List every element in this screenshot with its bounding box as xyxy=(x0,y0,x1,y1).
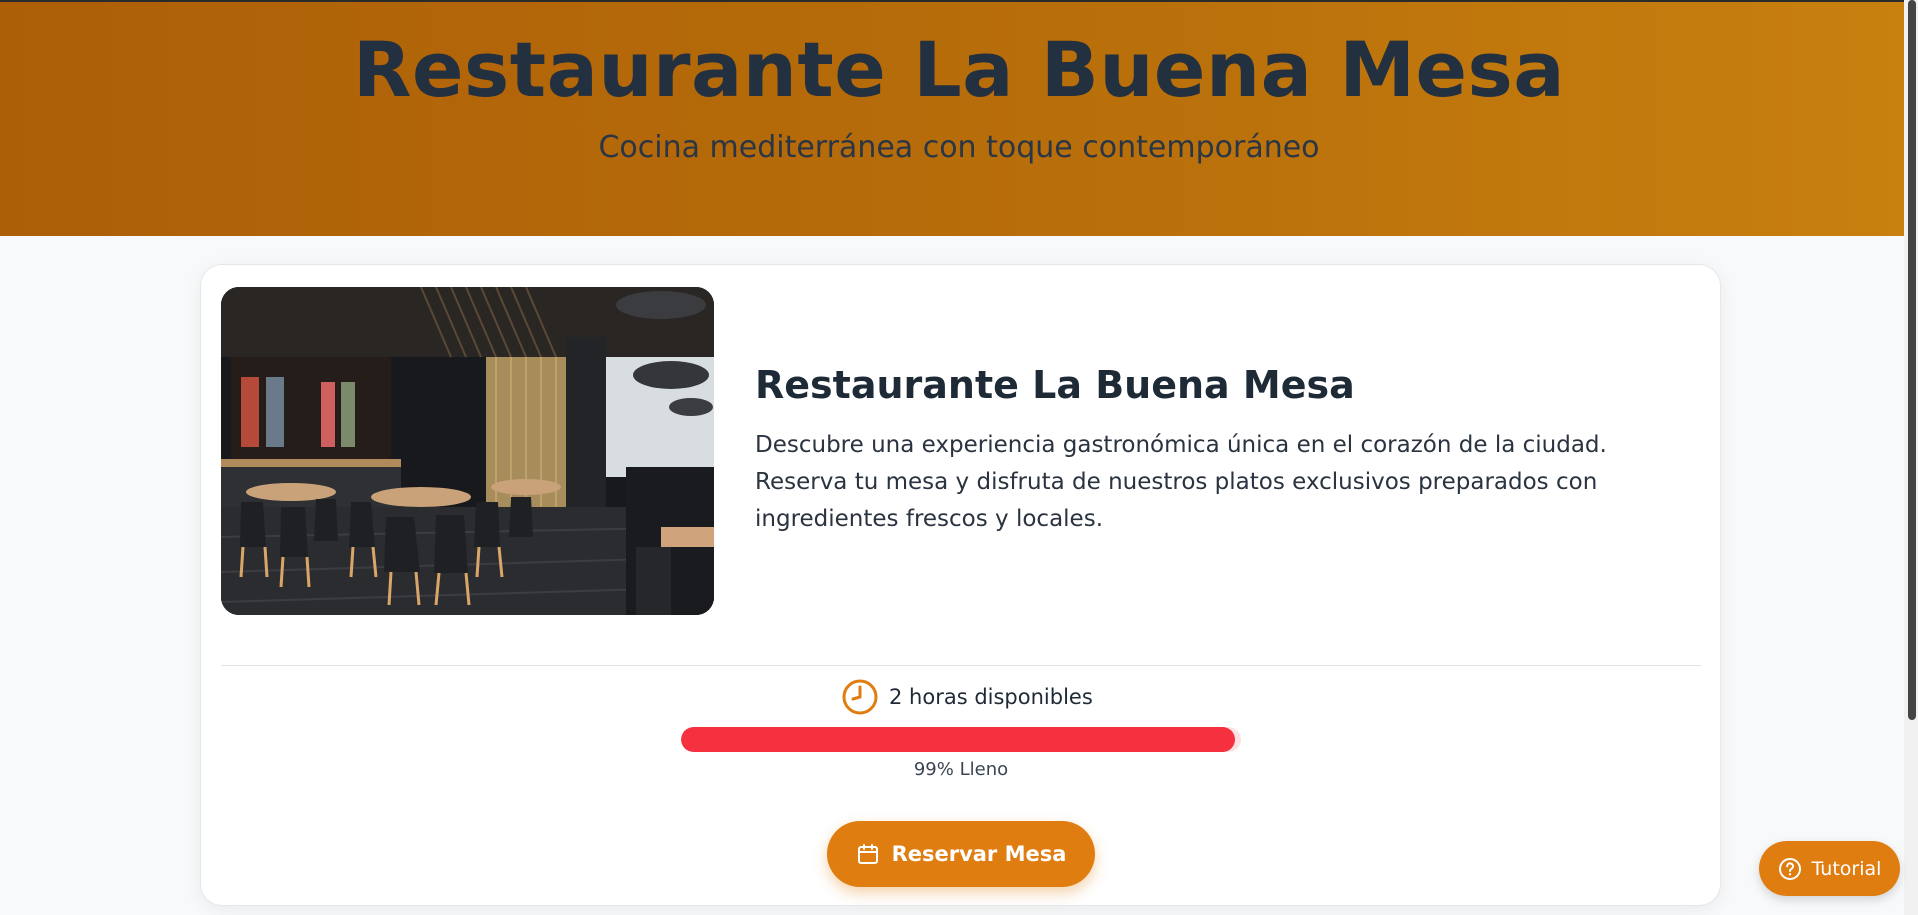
calendar-icon xyxy=(856,842,880,866)
restaurant-card: Restaurante La Buena Mesa Descubre una e… xyxy=(200,264,1721,906)
reserve-table-button[interactable]: Reservar Mesa xyxy=(827,821,1095,887)
restaurant-photo xyxy=(221,287,714,615)
availability-row: 2 horas disponibles xyxy=(841,677,1121,717)
page-scrollbar[interactable] xyxy=(1904,0,1918,915)
availability-text: 2 horas disponibles xyxy=(889,685,1093,709)
restaurant-interior-illustration xyxy=(221,287,714,615)
occupancy-progress-bar xyxy=(681,727,1241,752)
scrollbar-thumb[interactable] xyxy=(1908,0,1916,720)
hero-banner: Restaurante La Buena Mesa Cocina mediter… xyxy=(0,0,1918,236)
occupancy-label: 99% Lleno xyxy=(913,759,1009,780)
occupancy-progress-fill xyxy=(681,727,1236,752)
restaurant-description: Descubre una experiencia gastronómica ún… xyxy=(755,432,1607,532)
restaurant-name: Restaurante La Buena Mesa xyxy=(755,363,1355,407)
page-title: Restaurante La Buena Mesa xyxy=(352,25,1566,114)
tutorial-button[interactable]: Tutorial xyxy=(1759,841,1900,896)
clock-icon xyxy=(841,678,879,716)
help-icon xyxy=(1778,857,1802,881)
tutorial-button-label: Tutorial xyxy=(1811,857,1882,880)
page-subtitle: Cocina mediterránea con toque contemporá… xyxy=(598,130,1320,165)
section-divider xyxy=(221,665,1701,666)
reserve-button-label: Reservar Mesa xyxy=(891,842,1067,866)
